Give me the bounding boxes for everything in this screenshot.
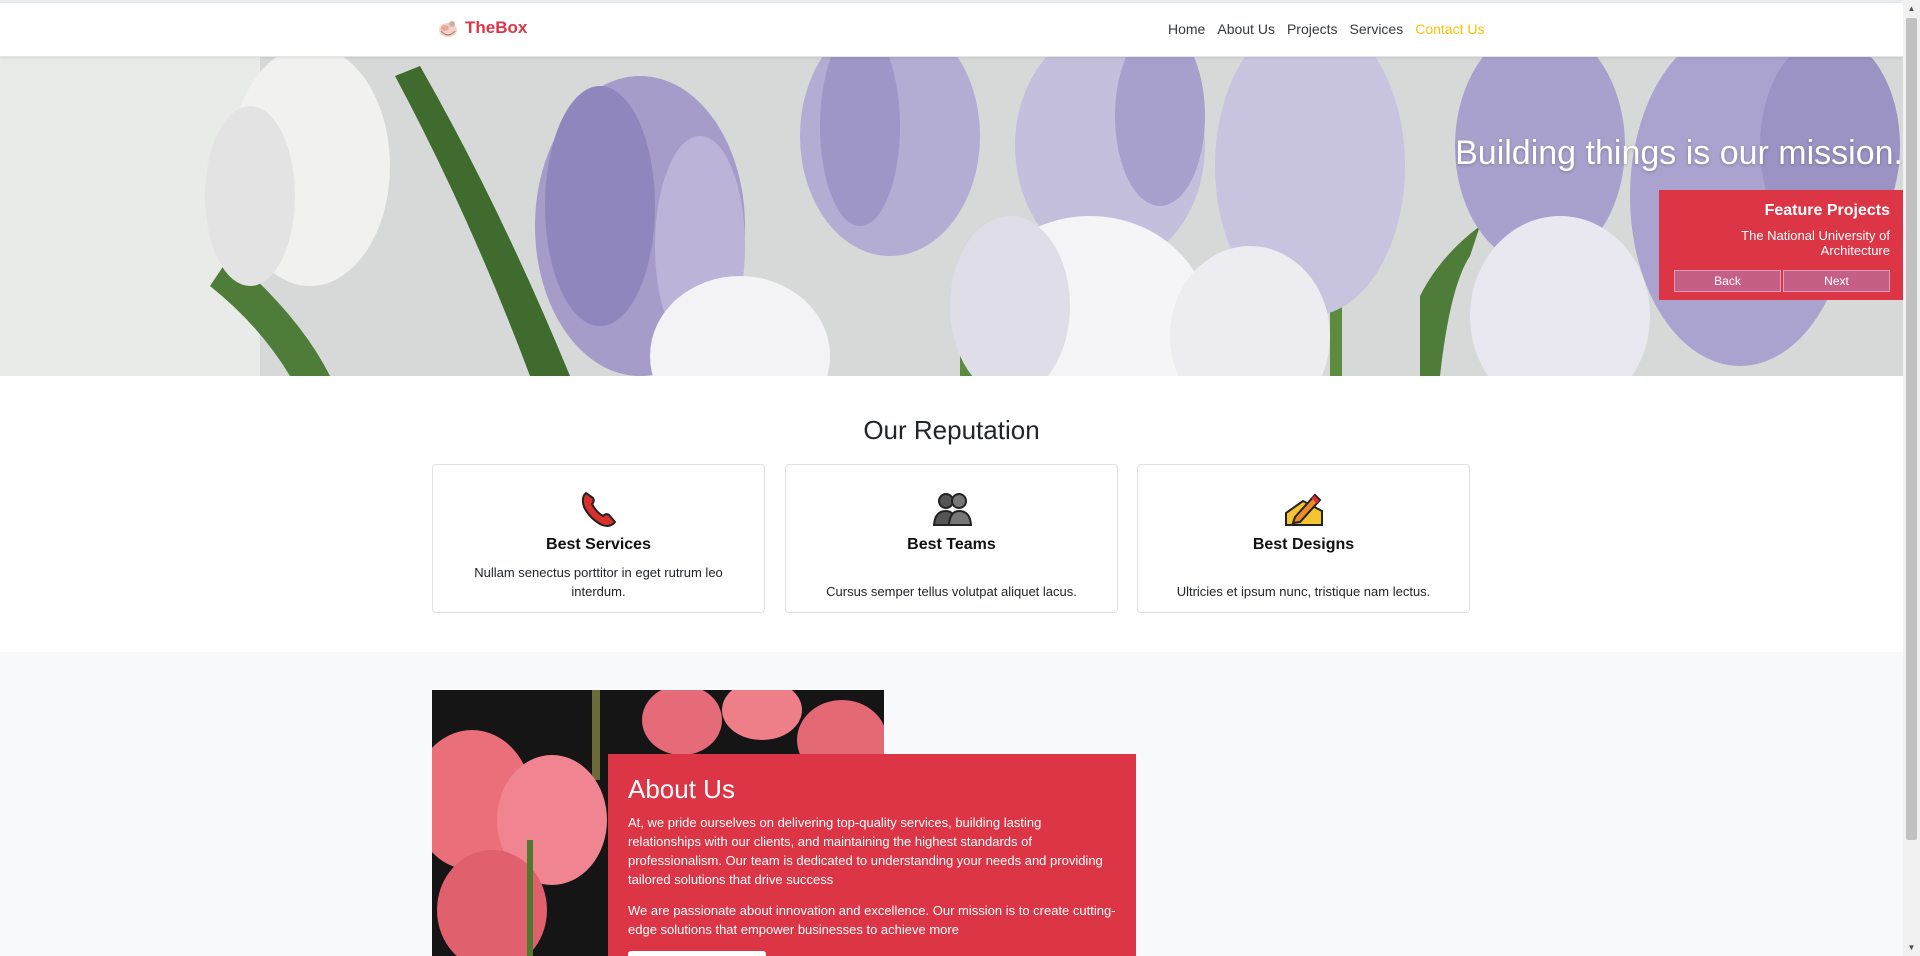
telephone-icon xyxy=(581,491,616,527)
feature-projects-panel: Feature Projects The National University… xyxy=(1659,190,1903,300)
about-paragraph: At, we pride ourselves on delivering top… xyxy=(628,815,1103,887)
nav-about-us[interactable]: About Us xyxy=(1211,21,1281,37)
nav-home[interactable]: Home xyxy=(1162,21,1211,37)
back-button[interactable]: Back xyxy=(1674,270,1781,292)
card-title: Best Designs xyxy=(1252,536,1355,553)
page: TheBox Home About Us Projects Services C… xyxy=(0,0,1903,956)
pencil-icon xyxy=(1284,493,1323,526)
card-text: Cursus semper tellus volutpat aliquet la… xyxy=(826,584,1077,599)
card-best-designs: Best Designs Ultricies et ipsum nunc, tr… xyxy=(1137,464,1470,613)
brand-name: TheBox xyxy=(465,18,528,37)
brand-logo-icon xyxy=(439,21,457,37)
scroll-down-arrow-icon[interactable]: ▼ xyxy=(1903,939,1920,956)
next-button[interactable]: Next xyxy=(1783,270,1890,292)
card-text: Nullam senectus porttitor in eget rutrum… xyxy=(474,565,723,599)
about-paragraph: We are passionate about innovation and e… xyxy=(628,903,1116,937)
feature-nav-buttons: Back Next xyxy=(1672,270,1890,292)
brand-link[interactable]: TheBox xyxy=(437,17,527,39)
card-best-teams: Best Teams Cursus semper tellus volutpat… xyxy=(785,464,1118,613)
card-best-services: Best Services Nullam senectus porttitor … xyxy=(432,464,765,613)
scrollbar-thumb[interactable] xyxy=(1906,18,1917,840)
feature-project-name: The National University of Architecture xyxy=(1741,228,1890,258)
vertical-scrollbar[interactable]: ▲ ▼ xyxy=(1903,0,1920,956)
hero-tulips-image xyxy=(0,56,1903,376)
nav-projects[interactable]: Projects xyxy=(1281,21,1344,37)
scroll-up-arrow-icon[interactable]: ▲ xyxy=(1903,0,1920,17)
card-title: Best Teams xyxy=(907,536,996,553)
about-title: About Us xyxy=(628,774,735,804)
main-nav: Home About Us Projects Services Contact … xyxy=(1162,21,1490,37)
reputation-title: Our Reputation xyxy=(863,415,1040,445)
nav-services[interactable]: Services xyxy=(1344,21,1410,37)
nav-contact-us[interactable]: Contact Us xyxy=(1409,21,1490,37)
about-us-panel: About Us At, we pride ourselves on deliv… xyxy=(608,754,1136,956)
feature-projects-title: Feature Projects xyxy=(1764,202,1890,219)
about-read-more-button[interactable] xyxy=(628,951,766,956)
hero-title: Building things is our mission. xyxy=(1455,134,1903,172)
hero-banner: Building things is our mission. Feature … xyxy=(0,56,1903,376)
card-title: Best Services xyxy=(546,536,651,553)
navbar: TheBox Home About Us Projects Services C… xyxy=(0,3,1903,57)
people-icon xyxy=(932,493,972,526)
card-text: Ultricies et ipsum nunc, tristique nam l… xyxy=(1176,584,1431,599)
